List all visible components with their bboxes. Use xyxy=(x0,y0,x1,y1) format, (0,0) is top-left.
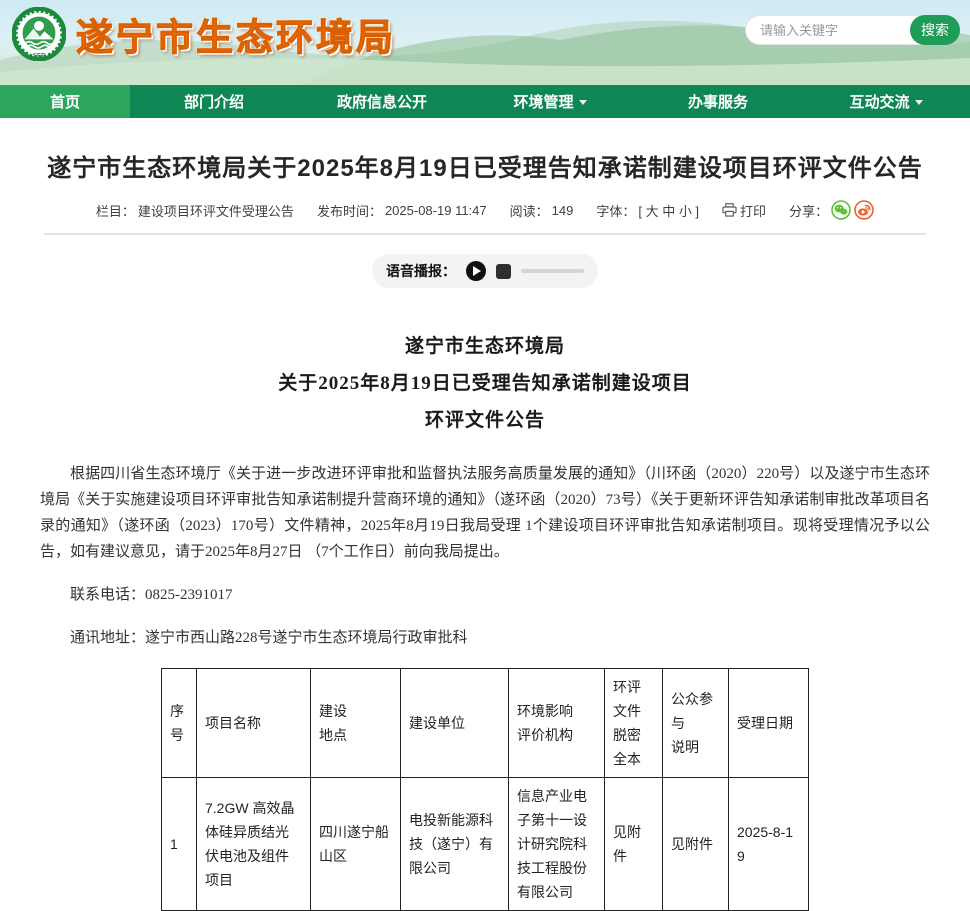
doc-paragraph: 根据四川省生态环境厅《关于进一步改进环评审批和监督执法服务高质量发展的通知》（川… xyxy=(40,461,930,565)
meta-share: 分享： xyxy=(789,200,874,220)
nav-label: 环境管理 xyxy=(513,91,573,112)
page-title: 遂宁市生态环境局关于2025年8月19日已受理告知承诺制建设项目环评文件公告 xyxy=(40,148,930,183)
print-button[interactable]: 打印 xyxy=(722,201,766,220)
meta-read-label: 阅读： xyxy=(510,201,549,220)
cell-index: 1 xyxy=(162,778,197,911)
col-index: 序号 xyxy=(162,669,197,778)
cell-project-name: 7.2GW 高效晶体硅异质结光伏电池及组件项目 xyxy=(197,778,311,911)
col-project-name: 项目名称 xyxy=(197,669,311,778)
meta-category: 栏目： 建设项目环评文件受理公告 xyxy=(96,201,294,220)
doc-heading-3: 环评文件公告 xyxy=(0,402,970,439)
nav-item-services[interactable]: 办事服务 xyxy=(634,85,802,118)
main-nav: 首页 部门介绍 政府信息公开 环境管理 办事服务 互动交流 xyxy=(0,85,970,118)
wechat-share-icon[interactable] xyxy=(831,200,851,220)
print-label: 打印 xyxy=(740,201,766,220)
nav-item-env-management[interactable]: 环境管理 xyxy=(466,85,634,118)
meta-category-value: 建设项目环评文件受理公告 xyxy=(138,201,294,220)
col-builder: 建设单位 xyxy=(401,669,509,778)
table-header-row: 序号 项目名称 建设 地点 建设单位 环境影响 评价机构 环评文件 脱密全本 公… xyxy=(162,669,809,778)
printer-icon xyxy=(722,203,737,217)
meta-publish-label: 发布时间： xyxy=(317,201,382,220)
site-header: SEE 遂宁市生态环境局 搜索 xyxy=(0,0,970,85)
svg-text:SEE: SEE xyxy=(33,52,46,59)
nav-label: 首页 xyxy=(50,91,80,112)
cell-acceptance-date: 2025-8-19 xyxy=(729,778,809,911)
cell-eia-agency: 信息产业电子第十一设计研究院科技工程股份有限公司 xyxy=(509,778,605,911)
cell-eia-document: 见附件 xyxy=(605,778,663,911)
col-eia-agency: 环境影响 评价机构 xyxy=(509,669,605,778)
projects-table: 序号 项目名称 建设 地点 建设单位 环境影响 评价机构 环评文件 脱密全本 公… xyxy=(161,668,809,911)
search-button[interactable]: 搜索 xyxy=(910,15,960,45)
nav-item-home[interactable]: 首页 xyxy=(0,85,130,118)
nav-item-departments[interactable]: 部门介绍 xyxy=(130,85,298,118)
contact-address: 通讯地址：遂宁市西山路228号遂宁市生态环境局行政审批科 xyxy=(40,625,930,651)
nav-label: 办事服务 xyxy=(688,91,748,112)
tts-progress-slider[interactable] xyxy=(521,269,584,273)
document-body: 遂宁市生态环境局 关于2025年8月19日已受理告知承诺制建设项目 环评文件公告… xyxy=(0,328,970,911)
nav-item-gov-info[interactable]: 政府信息公开 xyxy=(298,85,466,118)
play-button[interactable] xyxy=(466,261,486,281)
cell-location: 四川遂宁船山区 xyxy=(311,778,401,911)
meta-divider xyxy=(44,233,926,235)
bureau-logo-icon: SEE xyxy=(12,7,66,61)
col-location: 建设 地点 xyxy=(311,669,401,778)
search-bar: 搜索 xyxy=(745,15,960,45)
nav-item-interaction[interactable]: 互动交流 xyxy=(802,85,970,118)
col-eia-document: 环评文件 脱密全本 xyxy=(605,669,663,778)
brand: SEE 遂宁市生态环境局 xyxy=(12,7,396,61)
meta-read-count: 阅读： 149 xyxy=(510,201,574,220)
meta-publish-time: 发布时间： 2025-08-19 11:47 xyxy=(317,201,487,220)
chevron-down-icon xyxy=(915,100,923,105)
nav-label: 政府信息公开 xyxy=(337,91,427,112)
meta-publish-value: 2025-08-19 11:47 xyxy=(385,203,487,218)
meta-category-label: 栏目： xyxy=(96,201,135,220)
share-label: 分享： xyxy=(789,201,828,220)
table-row: 1 7.2GW 高效晶体硅异质结光伏电池及组件项目 四川遂宁船山区 电投新能源科… xyxy=(162,778,809,911)
meta-font-label: 字体： xyxy=(596,201,635,220)
nav-label: 互动交流 xyxy=(849,91,909,112)
site-title: 遂宁市生态环境局 xyxy=(76,7,396,61)
stop-button[interactable] xyxy=(496,264,511,279)
chevron-down-icon xyxy=(579,100,587,105)
weibo-share-icon[interactable] xyxy=(854,200,874,220)
cell-public-participation: 见附件 xyxy=(663,778,729,911)
meta-read-value: 149 xyxy=(552,203,574,218)
col-acceptance-date: 受理日期 xyxy=(729,669,809,778)
cell-builder: 电投新能源科技（遂宁）有限公司 xyxy=(401,778,509,911)
nav-label: 部门介绍 xyxy=(184,91,244,112)
doc-heading-1: 遂宁市生态环境局 xyxy=(0,328,970,365)
doc-heading-2: 关于2025年8月19日已受理告知承诺制建设项目 xyxy=(0,365,970,402)
doc-text: 根据四川省生态环境厅《关于进一步改进环评审批和监督执法服务高质量发展的通知》（川… xyxy=(40,461,930,651)
col-public-participation: 公众参与 说明 xyxy=(663,669,729,778)
contact-phone: 联系电话：0825-2391017 xyxy=(40,582,930,608)
meta-font-size: 字体： [ 大 中 小 ] xyxy=(596,201,699,220)
tts-player: 语音播报： xyxy=(372,254,598,288)
font-size-switcher[interactable]: [ 大 中 小 ] xyxy=(638,201,699,220)
projects-table-wrap: 序号 项目名称 建设 地点 建设单位 环境影响 评价机构 环评文件 脱密全本 公… xyxy=(161,668,970,911)
article-meta: 栏目： 建设项目环评文件受理公告 发布时间： 2025-08-19 11:47 … xyxy=(0,200,970,220)
tts-label: 语音播报： xyxy=(386,261,456,281)
